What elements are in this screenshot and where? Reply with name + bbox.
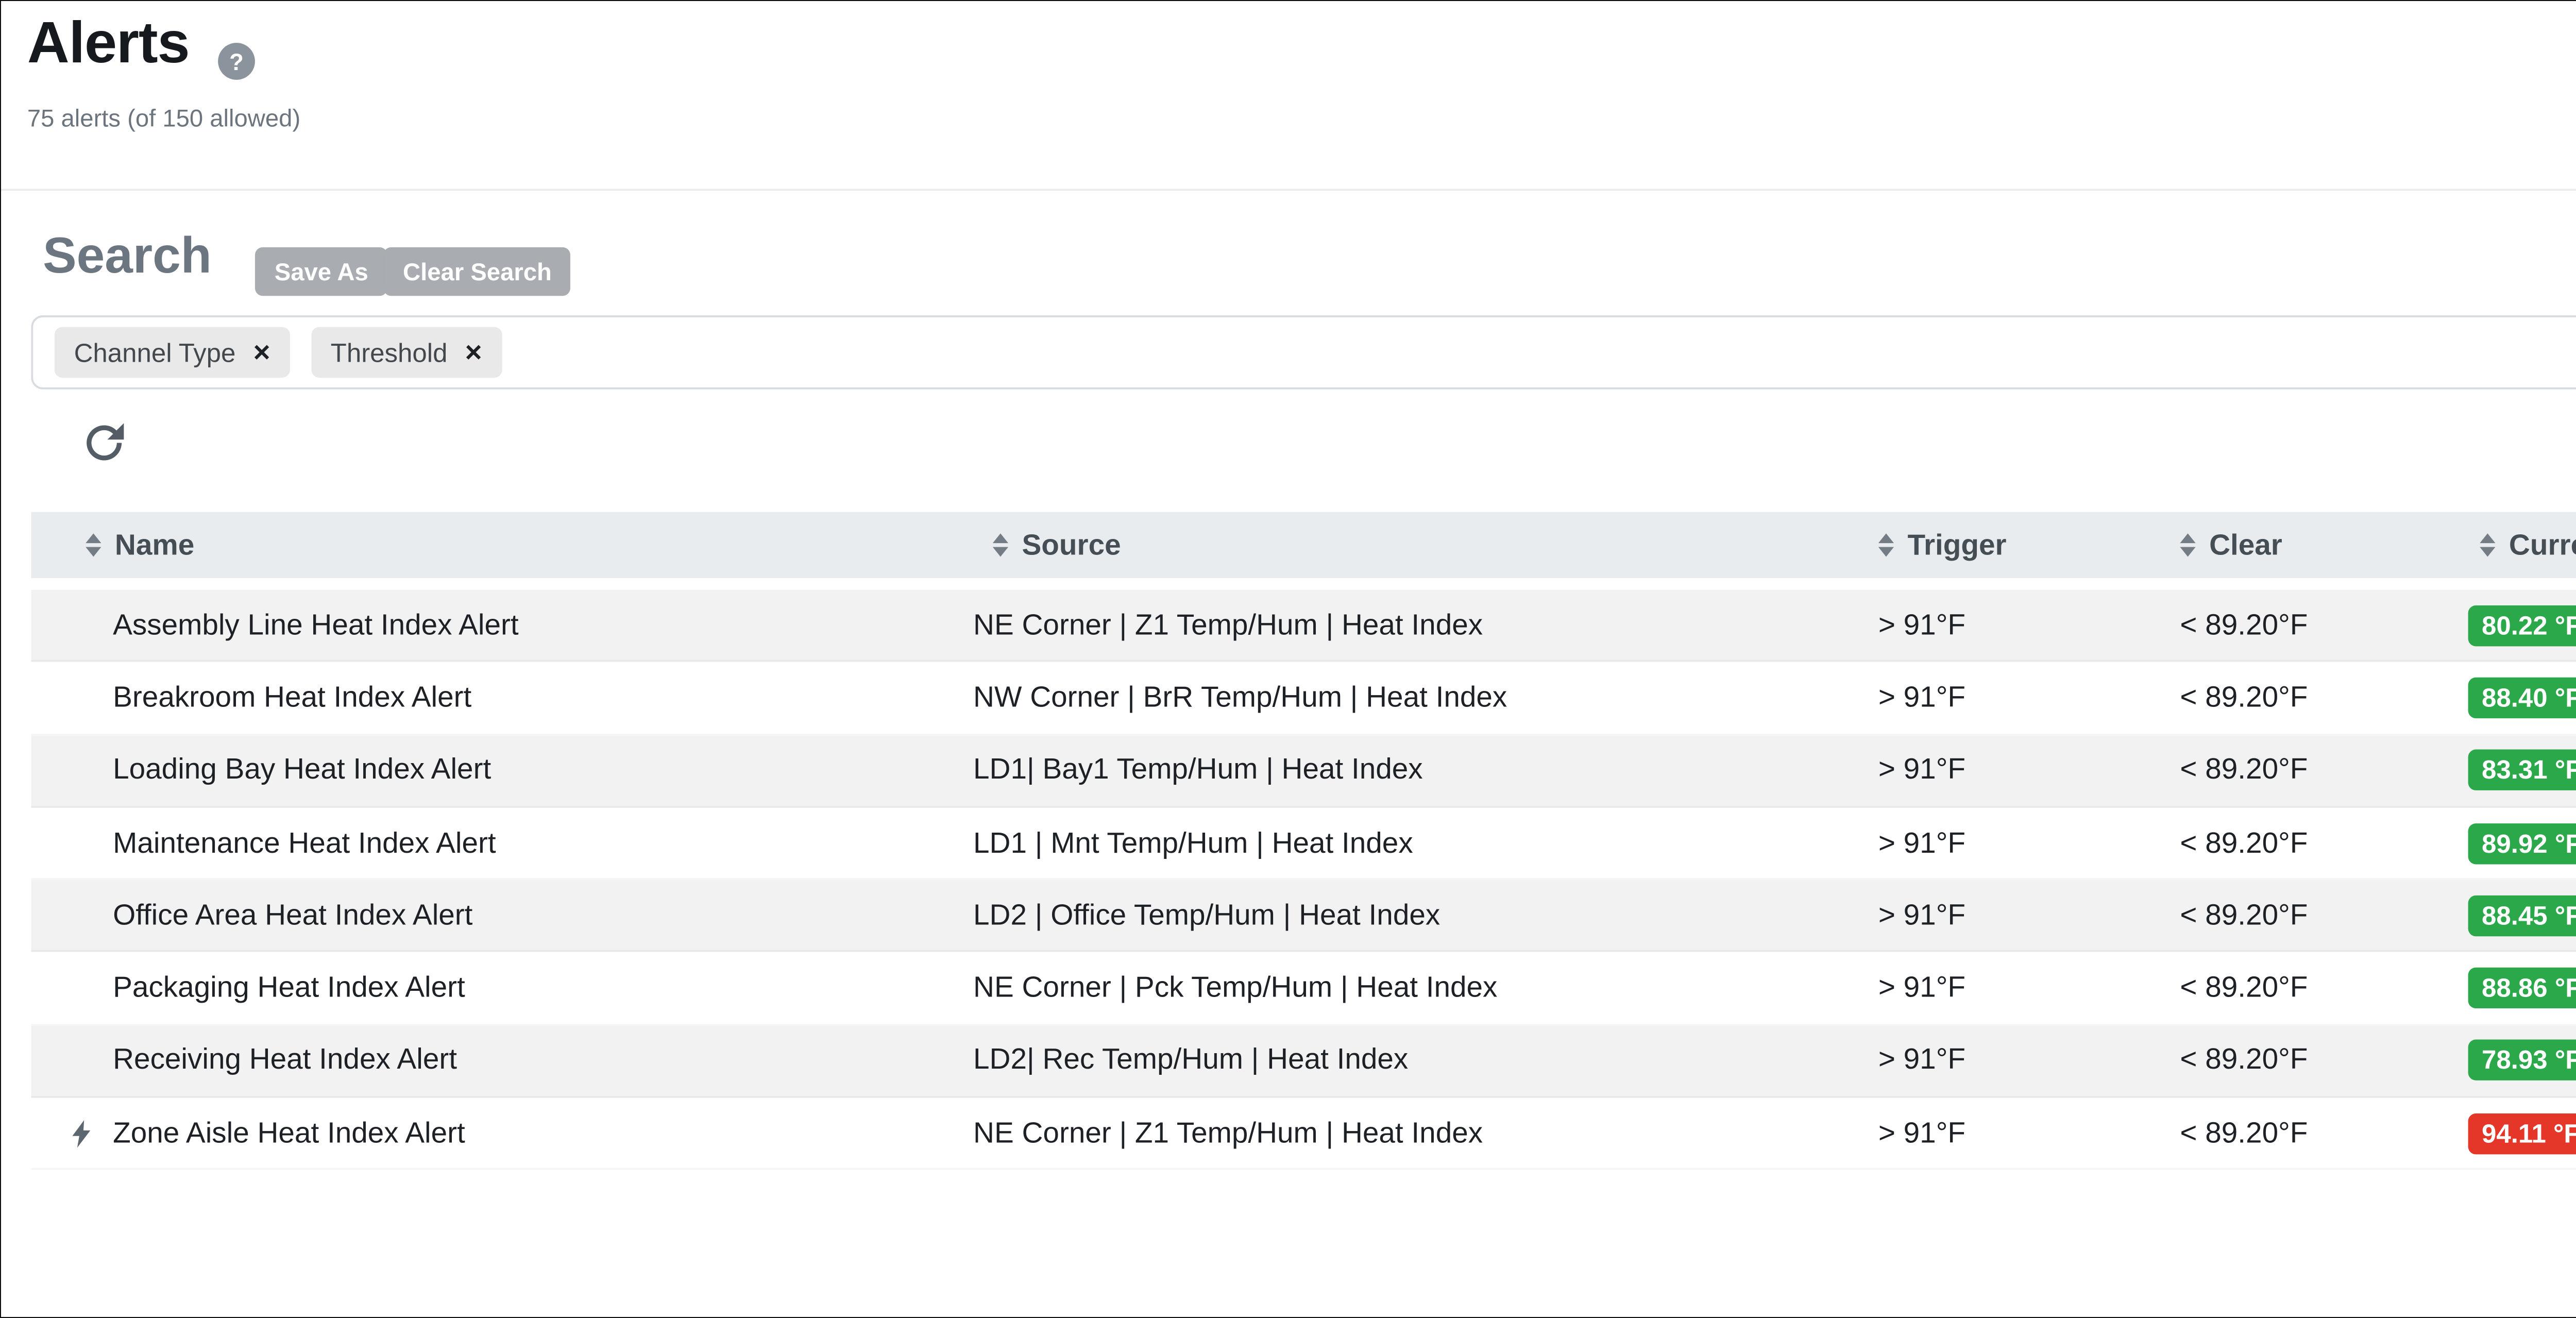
table-row[interactable]: Zone Aisle Heat Index Alert NE Corner | …	[31, 1098, 2576, 1171]
table-row[interactable]: Office Area Heat Index Alert LD2 | Offic…	[31, 880, 2576, 953]
alert-trigger: > 91°F	[1878, 972, 2180, 1005]
alert-source: NE Corner | Pck Temp/Hum | Heat Index	[973, 972, 1878, 1005]
alert-trigger: > 91°F	[1878, 1044, 2180, 1077]
alert-name: Loading Bay Heat Index Alert	[113, 754, 491, 787]
alert-trigger: > 91°F	[1878, 1117, 2180, 1150]
column-label: Name	[115, 529, 194, 562]
filter-chip-label: Threshold	[331, 337, 448, 367]
lightning-bolt-icon	[62, 678, 101, 717]
alert-name: Office Area Heat Index Alert	[113, 899, 472, 932]
alert-clear: < 89.20°F	[2180, 1044, 2468, 1077]
sort-icon	[993, 533, 1008, 556]
column-header-clear[interactable]: Clear	[2180, 529, 2468, 562]
current-reading-badge: 88.86 °F	[2468, 968, 2576, 1008]
table-row[interactable]: Assembly Line Heat Index Alert NE Corner…	[31, 590, 2576, 663]
table-row[interactable]: Loading Bay Heat Index Alert LD1| Bay1 T…	[31, 735, 2576, 808]
lightning-bolt-icon	[62, 1114, 101, 1153]
alert-source: LD2| Rec Temp/Hum | Heat Index	[973, 1044, 1878, 1077]
sort-icon	[1878, 533, 1894, 556]
alert-clear: < 89.20°F	[2180, 609, 2468, 641]
lightning-bolt-icon	[62, 1041, 101, 1080]
alert-name: Zone Aisle Heat Index Alert	[113, 1117, 465, 1150]
alert-clear: < 89.20°F	[2180, 681, 2468, 714]
column-label: Trigger	[1907, 529, 2006, 562]
sort-icon	[2480, 533, 2495, 556]
sort-icon	[2180, 533, 2195, 556]
table-row[interactable]: Packaging Heat Index Alert NE Corner | P…	[31, 953, 2576, 1025]
alert-source: NW Corner | BrR Temp/Hum | Heat Index	[973, 681, 1878, 714]
lightning-bolt-icon	[62, 896, 101, 935]
page-title: Alerts	[27, 12, 189, 78]
lightning-bolt-icon	[62, 823, 101, 863]
table-row[interactable]: Breakroom Heat Index Alert NW Corner | B…	[31, 663, 2576, 735]
alert-source: LD1 | Mnt Temp/Hum | Heat Index	[973, 826, 1878, 859]
filter-chip-label: Channel Type	[74, 337, 236, 367]
alert-trigger: > 91°F	[1878, 826, 2180, 859]
alert-clear: < 89.20°F	[2180, 972, 2468, 1005]
lightning-bolt-icon	[62, 751, 101, 790]
column-label: Source	[1022, 529, 1121, 562]
column-header-trigger[interactable]: Trigger	[1878, 529, 2180, 562]
remove-filter-icon[interactable]: ×	[465, 337, 482, 367]
current-reading-badge: 88.40 °F	[2468, 678, 2576, 718]
filter-chip-channel-type[interactable]: Channel Type ×	[55, 327, 290, 378]
alerts-page: Alerts ? 75 alerts (of 150 allowed) New …	[0, 0, 2576, 1318]
column-header-current[interactable]: Current	[2468, 529, 2576, 562]
current-reading-badge: 83.31 °F	[2468, 750, 2576, 790]
search-filter-bar[interactable]: Channel Type × Threshold ×	[31, 315, 2576, 390]
search-heading: Search	[43, 226, 212, 286]
current-reading-badge: 89.92 °F	[2468, 822, 2576, 863]
save-as-button[interactable]: Save As	[255, 247, 388, 296]
table-row[interactable]: Maintenance Heat Index Alert LD1 | Mnt T…	[31, 807, 2576, 880]
alert-trigger: > 91°F	[1878, 754, 2180, 787]
lightning-bolt-icon	[62, 969, 101, 1008]
alert-clear: < 89.20°F	[2180, 826, 2468, 859]
column-label: Current	[2509, 529, 2576, 562]
alert-trigger: > 91°F	[1878, 609, 2180, 641]
refresh-icon[interactable]	[78, 417, 130, 469]
alert-clear: < 89.20°F	[2180, 1117, 2468, 1150]
lightning-bolt-icon	[62, 606, 101, 645]
header-divider	[0, 189, 2576, 191]
remove-filter-icon[interactable]: ×	[253, 337, 270, 367]
alert-name: Receiving Heat Index Alert	[113, 1044, 457, 1077]
alert-source: NE Corner | Z1 Temp/Hum | Heat Index	[973, 1117, 1878, 1150]
alert-name: Breakroom Heat Index Alert	[113, 681, 471, 714]
alert-trigger: > 91°F	[1878, 899, 2180, 932]
alert-name: Maintenance Heat Index Alert	[113, 826, 496, 859]
table-body: Assembly Line Heat Index Alert NE Corner…	[31, 590, 2576, 1171]
alert-source: LD2 | Office Temp/Hum | Heat Index	[973, 899, 1878, 932]
alerts-table: Name Source Trigger Clear Current Assemb…	[31, 512, 2576, 1171]
column-label: Clear	[2209, 529, 2282, 562]
current-reading-badge: 94.11 °F	[2468, 1113, 2576, 1154]
current-reading-badge: 78.93 °F	[2468, 1040, 2576, 1081]
alert-source: NE Corner | Z1 Temp/Hum | Heat Index	[973, 609, 1878, 641]
column-header-source[interactable]: Source	[973, 529, 1878, 562]
table-row[interactable]: Receiving Heat Index Alert LD2| Rec Temp…	[31, 1025, 2576, 1098]
clear-search-button[interactable]: Clear Search	[383, 247, 571, 296]
filter-chip-threshold[interactable]: Threshold ×	[311, 327, 502, 378]
current-reading-badge: 80.22 °F	[2468, 605, 2576, 646]
alert-source: LD1| Bay1 Temp/Hum | Heat Index	[973, 754, 1878, 787]
alert-name: Assembly Line Heat Index Alert	[113, 609, 519, 641]
help-icon[interactable]: ?	[218, 43, 255, 80]
alert-count-text: 75 alerts (of 150 allowed)	[27, 105, 300, 132]
current-reading-badge: 88.45 °F	[2468, 895, 2576, 936]
column-header-name[interactable]: Name	[31, 529, 973, 562]
alert-clear: < 89.20°F	[2180, 899, 2468, 932]
sort-icon	[86, 533, 101, 556]
table-header-row: Name Source Trigger Clear Current	[31, 512, 2576, 578]
alert-trigger: > 91°F	[1878, 681, 2180, 714]
alert-clear: < 89.20°F	[2180, 754, 2468, 787]
alert-name: Packaging Heat Index Alert	[113, 972, 465, 1005]
